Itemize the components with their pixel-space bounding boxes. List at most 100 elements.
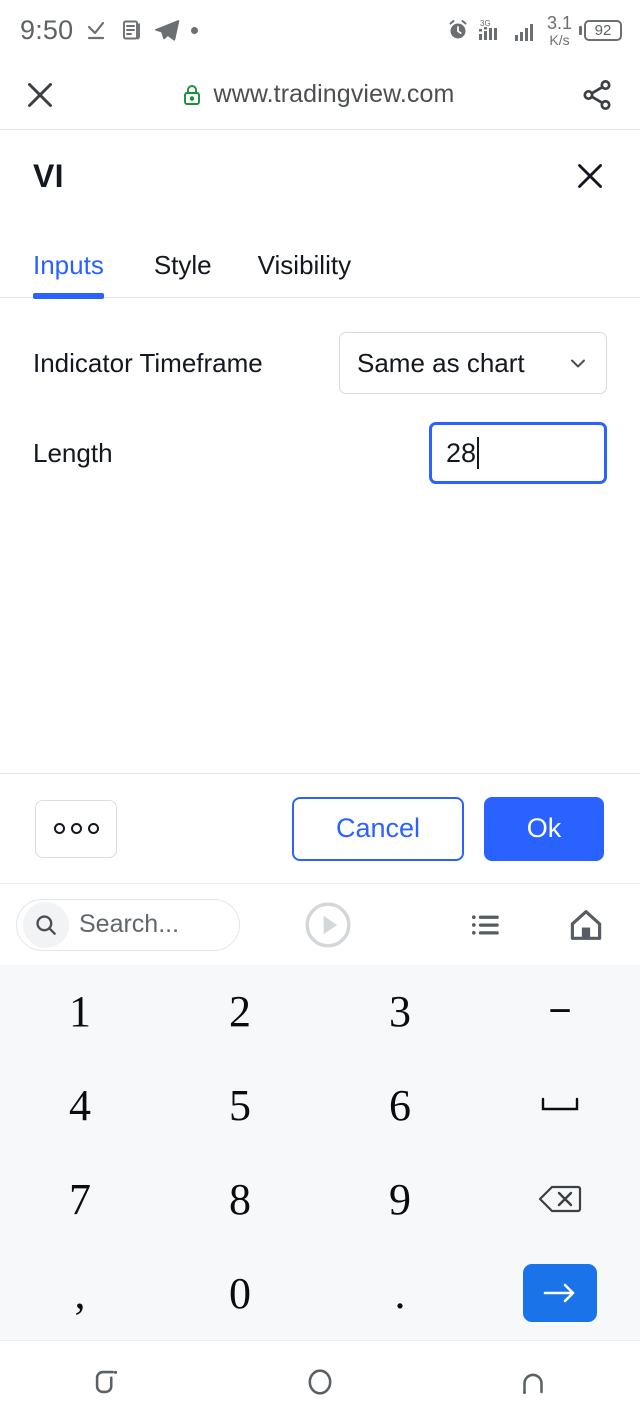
more-dot-3	[87, 823, 99, 834]
enter-key-button	[523, 1264, 597, 1323]
key-8[interactable]: 8	[160, 1153, 320, 1247]
key-5-label: 5	[229, 1081, 251, 1131]
key-enter[interactable]	[480, 1246, 640, 1340]
indicator-timeframe-select[interactable]: Same as chart	[339, 332, 607, 394]
more-dot-2	[70, 823, 82, 834]
battery-tip	[579, 25, 582, 35]
dot-icon	[191, 26, 199, 34]
tab-visibility-label: Visibility	[257, 250, 352, 280]
page-title: VI	[33, 157, 64, 194]
close-icon	[28, 82, 52, 107]
status-time: 9:50	[20, 14, 74, 45]
key-comma[interactable]: ,	[0, 1246, 160, 1340]
key-4[interactable]: 4	[0, 1059, 160, 1153]
chevron-down-icon	[566, 351, 590, 375]
key-3[interactable]: 3	[320, 965, 480, 1059]
back-arc-icon	[523, 1373, 544, 1394]
length-value: 28	[446, 437, 477, 468]
key-7[interactable]: 7	[0, 1153, 160, 1247]
more-options-button[interactable]	[35, 799, 117, 858]
network-speed-value: 3.1	[546, 12, 572, 33]
keyboard-search-field[interactable]: Search...	[16, 898, 240, 951]
dialog-header: VI	[0, 130, 640, 222]
key-9-label: 9	[389, 1174, 411, 1224]
recents-icon	[95, 1370, 117, 1393]
indicator-settings-dialog: VI Inputs Style Visibility Indicator Tim…	[0, 130, 640, 883]
field-indicator-timeframe: Indicator Timeframe Same as chart	[33, 332, 607, 394]
list-icon[interactable]	[456, 908, 516, 942]
tab-style[interactable]: Style	[154, 250, 234, 297]
key-6[interactable]: 6	[320, 1059, 480, 1153]
telegram-icon	[154, 17, 180, 43]
nav-home-button[interactable]	[275, 1352, 365, 1412]
ok-button[interactable]: Ok	[484, 796, 604, 861]
key-space[interactable]	[480, 1059, 640, 1153]
dialog-footer: Cancel Ok	[0, 773, 640, 883]
indicator-timeframe-label: Indicator Timeframe	[33, 347, 263, 378]
news-document-icon	[119, 18, 143, 42]
key-1-label: 1	[69, 987, 91, 1037]
key-9[interactable]: 9	[320, 1153, 480, 1247]
play-circle-icon[interactable]	[302, 899, 354, 951]
browser-url-bar[interactable]: www.tradingview.com	[80, 80, 554, 109]
network-speed: 3.1 K/s	[547, 14, 572, 47]
status-bar-right: 3G 3.1 K/s 92	[446, 14, 622, 47]
dialog-close-button[interactable]	[568, 154, 612, 198]
length-label: Length	[33, 437, 113, 468]
browser-bar: www.tradingview.com	[0, 60, 640, 130]
ok-button-label: Ok	[526, 813, 562, 843]
signal-bars-icon	[514, 18, 540, 42]
key-7-label: 7	[69, 1174, 91, 1224]
indicator-timeframe-value: Same as chart	[357, 347, 525, 378]
more-dot-1	[53, 823, 65, 834]
text-caret	[477, 437, 480, 469]
key-0-label: 0	[229, 1268, 251, 1318]
nav-back-button[interactable]	[488, 1352, 578, 1412]
home-circle-icon	[308, 1368, 332, 1395]
key-5[interactable]: 5	[160, 1059, 320, 1153]
browser-url-text: www.tradingview.com	[213, 80, 455, 108]
browser-close-button[interactable]	[0, 77, 80, 113]
key-6-label: 6	[389, 1081, 411, 1131]
length-input[interactable]: 28	[429, 422, 607, 484]
cancel-button[interactable]: Cancel	[292, 796, 464, 861]
arrow-right-icon	[543, 1283, 575, 1303]
space-bar-icon	[541, 1097, 579, 1110]
home-icon[interactable]	[556, 906, 616, 944]
status-bar-left: 9:50	[20, 14, 199, 46]
phone-screen: 9:50 3G 3.1 K/s 92 www.tradingview.com V…	[0, 0, 640, 1422]
key-1[interactable]: 1	[0, 965, 160, 1059]
nav-recents-button[interactable]	[62, 1352, 152, 1412]
key-8-label: 8	[229, 1174, 251, 1224]
keyboard-search-placeholder: Search...	[79, 910, 180, 938]
key-3-label: 3	[389, 987, 411, 1037]
svg-text:3G: 3G	[480, 19, 491, 28]
dialog-body: Indicator Timeframe Same as chart Length…	[0, 298, 640, 773]
battery-percent: 92	[584, 19, 622, 41]
key-backspace[interactable]	[480, 1153, 640, 1247]
key-2-label: 2	[229, 987, 251, 1037]
key-minus[interactable]: −	[480, 965, 640, 1059]
key-period-label: .	[394, 1268, 406, 1318]
key-4-label: 4	[69, 1081, 91, 1131]
tab-inputs[interactable]: Inputs	[33, 250, 114, 299]
key-minus-label: −	[548, 989, 572, 1034]
tab-style-label: Style	[153, 250, 212, 280]
dialog-tabs: Inputs Style Visibility	[0, 222, 640, 299]
backspace-icon	[538, 1186, 582, 1213]
share-icon	[583, 79, 611, 110]
lock-icon	[180, 83, 204, 107]
key-0[interactable]: 0	[160, 1246, 320, 1340]
keyboard-toolbar: Search...	[0, 883, 640, 965]
key-period[interactable]: .	[320, 1246, 480, 1340]
browser-share-button[interactable]	[554, 78, 640, 112]
tab-visibility[interactable]: Visibility	[258, 250, 373, 297]
tab-inputs-label: Inputs	[33, 250, 104, 280]
key-comma-label: ,	[74, 1268, 86, 1318]
field-length: Length 28	[33, 422, 607, 484]
close-icon	[578, 164, 602, 188]
cancel-button-label: Cancel	[335, 813, 421, 843]
key-2[interactable]: 2	[160, 965, 320, 1059]
numeric-keypad: 1 2 3 − 4 5 6 7 8 9 , 0 .	[0, 965, 640, 1340]
android-nav-bar	[0, 1340, 640, 1422]
